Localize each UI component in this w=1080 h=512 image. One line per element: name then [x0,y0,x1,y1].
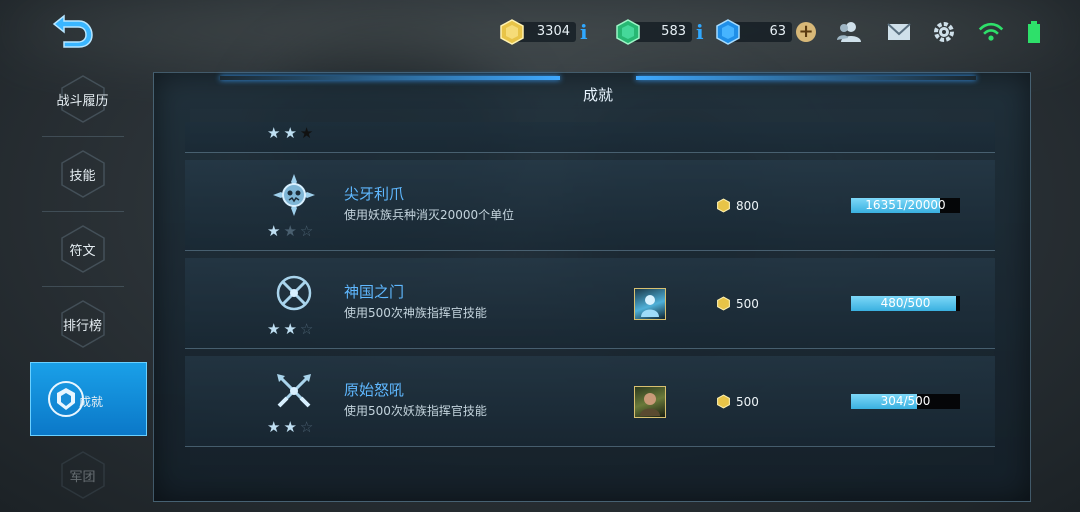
reward: 500 [716,296,759,311]
star-icon: ★ [267,418,284,436]
star-rating: ★★☆ [267,320,316,338]
wifi-icon [978,22,1004,41]
star-icon: ★ [299,124,317,142]
friends-icon[interactable] [836,20,862,44]
progress-bar: 16351/20000 [851,198,960,213]
emerald-info-icon[interactable]: i [696,20,704,44]
reward: 800 [716,198,759,213]
star-rating: ★★☆ [267,418,316,436]
panel-title: 成就 [582,86,613,104]
reward-amount: 500 [736,394,759,409]
progress-text: 16351/20000 [865,198,946,212]
resource-emerald: 583 i [614,18,704,46]
nav-item-legion[interactable]: 军团 [30,438,135,512]
nav-item-leaderboard[interactable]: 排行榜 [30,287,135,361]
achievement-list[interactable]: ★★★ ★★☆ 尖牙利爪 使用妖族兵种消灭20000个单位 800 16351/… [185,122,995,452]
progress-text: 304/500 [880,394,931,408]
primal-roar-emblem-icon [277,374,311,408]
achievement-row: ★★★ [185,122,995,153]
star-icon: ★ [283,222,300,240]
reward-amount: 500 [736,296,759,311]
achievement-name: 尖牙利爪 [344,185,405,203]
resource-gold: 3304 i [498,18,588,46]
nav-item-battle-history[interactable]: 战斗履历 [30,62,135,136]
battery-icon [1028,21,1040,43]
star-icon: ☆ [299,320,317,338]
resource-diamond: 63 + [714,18,816,46]
green-crystal-icon [616,19,640,45]
achievement-row: ★★☆ 尖牙利爪 使用妖族兵种消灭20000个单位 800 16351/2000… [185,160,995,251]
reward: 500 [716,394,759,409]
star-icon: ☆ [299,222,317,240]
title-decoration [636,76,976,80]
progress-text: 480/500 [880,296,931,310]
progress-bar: 304/500 [851,394,960,409]
settings-gear-icon[interactable] [931,20,957,44]
gold-info-icon[interactable]: i [580,20,588,44]
divine-gate-emblem-icon [276,275,312,311]
progress-bar: 480/500 [851,296,960,311]
side-navigation: 战斗履历 技能 符文 排行榜 成就 军团 [30,62,147,512]
nav-label: 技能 [69,169,96,184]
gold-crystal-icon [717,198,730,213]
commander-portrait [634,386,666,418]
mail-icon[interactable] [886,20,912,44]
nav-label: 军团 [69,470,96,485]
nav-label: 战斗履历 [56,94,109,109]
nav-label: 符文 [69,244,96,259]
achievement-row: ★★☆ 原始怒吼 使用500次妖族指挥官技能 500 304/500 [185,356,995,447]
top-bar: 3304 i 583 i 63 + [0,0,1080,62]
nav-label: 成就 [79,395,104,409]
gold-crystal-icon [717,394,730,409]
achievement-row: ★★☆ 神国之门 使用500次神族指挥官技能 500 480/500 [185,258,995,349]
add-diamond-button[interactable]: + [796,22,816,42]
commander-figure-icon [641,295,659,317]
reward-amount: 800 [736,198,759,213]
back-button[interactable] [50,10,96,50]
star-icon: ★ [283,320,300,338]
nav-item-runes[interactable]: 符文 [30,212,135,286]
star-icon: ★ [267,124,284,142]
achievement-description: 使用500次神族指挥官技能 [344,306,487,320]
star-rating: ★★☆ [267,222,316,240]
star-icon: ★ [283,124,300,142]
star-icon: ☆ [299,418,317,436]
gold-crystal-icon [500,19,524,45]
star-icon: ★ [283,418,300,436]
commander-figure-icon [640,393,660,416]
nav-item-skills[interactable]: 技能 [30,137,135,211]
star-rating: ★★★ [267,124,316,142]
star-icon: ★ [267,222,284,240]
nav-item-achievements[interactable]: 成就 [30,362,147,436]
gold-crystal-icon [717,296,730,311]
star-icon: ★ [267,320,284,338]
blue-crystal-icon [716,19,740,45]
achievement-description: 使用500次妖族指挥官技能 [344,404,487,418]
achievement-name: 原始怒吼 [344,381,405,399]
achievement-description: 使用妖族兵种消灭20000个单位 [344,208,515,222]
commander-portrait [634,288,666,320]
achievement-name: 神国之门 [344,283,405,301]
back-arrow-icon [52,14,93,48]
fang-claw-emblem-icon [273,174,315,216]
nav-label: 排行榜 [62,319,102,334]
title-decoration [220,76,560,80]
